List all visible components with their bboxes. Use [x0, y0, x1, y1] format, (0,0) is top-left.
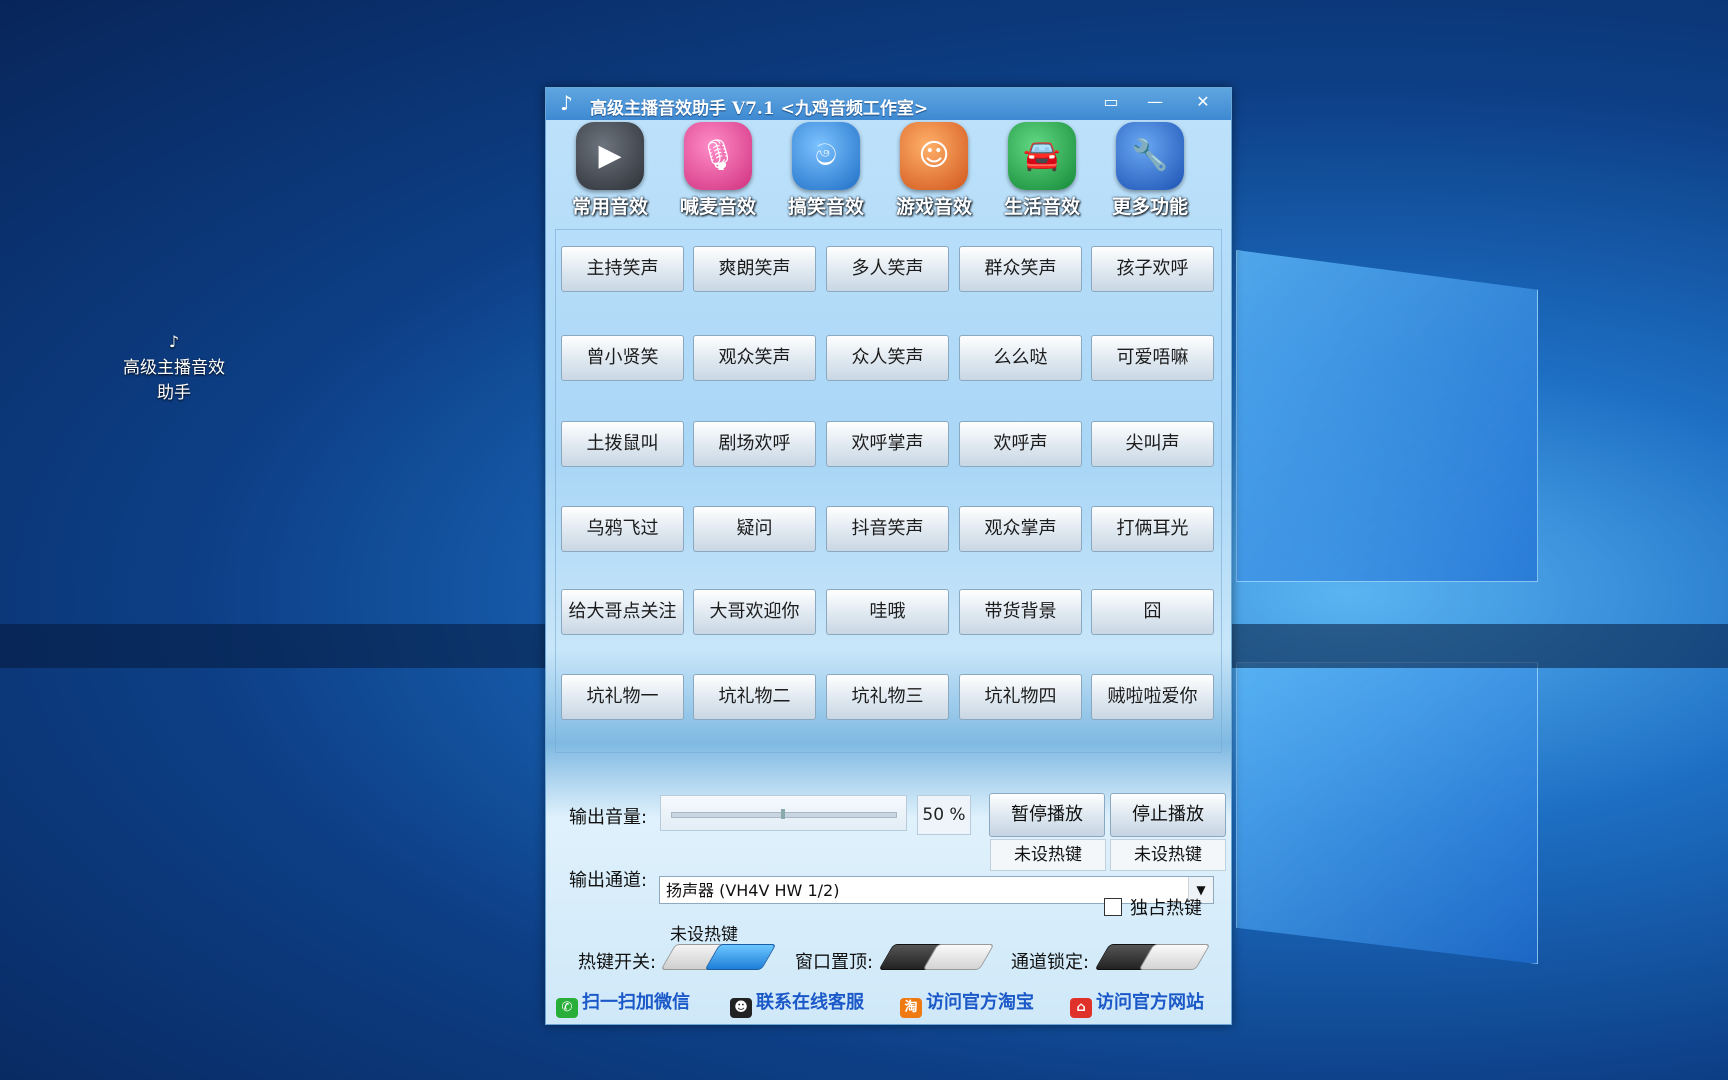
exclusive-hotkey-checkbox[interactable]: 独占热键 [1104, 894, 1202, 920]
stop-playback-button[interactable]: 停止播放 [1110, 793, 1226, 837]
desktop-shortcut[interactable]: ♪ 高级主播音效 助手 [112, 332, 236, 406]
nav-label: 生活音效 [1003, 196, 1080, 218]
channel-label: 输出通道: [569, 870, 648, 891]
sound-button[interactable]: 坑礼物四 [959, 674, 1082, 720]
volume-slider[interactable] [660, 795, 907, 831]
sound-button[interactable]: 给大哥点关注 [561, 589, 684, 635]
volume-slider-thumb[interactable] [781, 809, 785, 819]
taobao-icon: 淘 [900, 998, 922, 1018]
car-icon: 🚘 [1008, 122, 1076, 190]
sound-button[interactable]: 哇哦 [826, 589, 949, 635]
play-icon: ▶ [576, 122, 644, 190]
sound-button[interactable]: 欢呼掌声 [826, 421, 949, 467]
window-title: 高级主播音效助手 V7.1 <九鸡音频工作室> [590, 99, 929, 119]
pause-hotkey-field[interactable]: 未设热键 [990, 839, 1106, 871]
sound-button[interactable]: 欢呼声 [959, 421, 1082, 467]
volume-label: 输出音量: [569, 807, 648, 828]
wechat-icon: ✆ [556, 998, 578, 1018]
restore-button[interactable]: ▭ [1094, 90, 1128, 114]
link-online-service[interactable]: ☻ 联系在线客服 [730, 988, 864, 1018]
footer-links: ✆ 扫一扫加微信 ☻ 联系在线客服 淘访问官方淘宝 ⌂ 访问官方网站 [554, 988, 1224, 1018]
sound-button[interactable]: 爽朗笑声 [693, 246, 816, 292]
checkbox-box[interactable] [1104, 898, 1122, 916]
hotkey-switch[interactable] [660, 940, 777, 970]
link-label: 联系在线客服 [756, 992, 864, 1013]
home-icon: ⌂ [1070, 998, 1092, 1018]
link-website[interactable]: ⌂ 访问官方网站 [1070, 988, 1204, 1018]
sound-button[interactable]: 观众笑声 [693, 335, 816, 381]
sound-button[interactable]: 曾小贤笑 [561, 335, 684, 381]
sound-button[interactable]: 囧 [1091, 589, 1214, 635]
sound-button[interactable]: 观众掌声 [959, 506, 1082, 552]
nav-label: 常用音效 [571, 196, 648, 218]
link-wechat[interactable]: ✆ 扫一扫加微信 [556, 988, 690, 1018]
nav-life-sounds[interactable]: 🚘 生活音效 [990, 122, 1094, 219]
sound-button[interactable]: 尖叫声 [1091, 421, 1214, 467]
window-top-label: 窗口置顶: [795, 952, 874, 973]
channel-lock-label: 通道锁定: [1011, 952, 1090, 973]
nav-shout-sounds[interactable]: 🎙 喊麦音效 [666, 122, 770, 219]
category-nav: ▶ 常用音效 🎙 喊麦音效 ම 搞笑音效 ☺ 游戏音效 🚘 生活音效 🔧 更多功… [546, 122, 1231, 222]
microphone-icon: 🎙 [684, 122, 752, 190]
nav-label: 搞笑音效 [787, 196, 864, 218]
sound-button-panel: 主持笑声 爽朗笑声 多人笑声 群众笑声 孩子欢呼 曾小贤笑 观众笑声 众人笑声 … [555, 229, 1222, 753]
window-top-switch[interactable] [878, 940, 995, 970]
sound-button[interactable]: 群众笑声 [959, 246, 1082, 292]
music-note-icon: ♪ [168, 332, 180, 351]
desktop-light-pane [1236, 662, 1538, 964]
close-button[interactable]: ✕ [1186, 90, 1220, 114]
sound-button[interactable]: 孩子欢呼 [1091, 246, 1214, 292]
music-note-icon: ♪ [560, 91, 573, 115]
volume-percent: 50 % [917, 795, 971, 835]
nav-game-sounds[interactable]: ☺ 游戏音效 [882, 122, 986, 219]
wrench-icon: 🔧 [1116, 122, 1184, 190]
minimize-button[interactable]: — [1138, 90, 1172, 114]
sound-button[interactable]: 乌鸦飞过 [561, 506, 684, 552]
sound-button[interactable]: 疑问 [693, 506, 816, 552]
stop-hotkey-field[interactable]: 未设热键 [1110, 839, 1226, 871]
link-label: 访问官方淘宝 [926, 992, 1034, 1013]
sound-button[interactable]: 带货背景 [959, 589, 1082, 635]
sound-button[interactable]: 土拨鼠叫 [561, 421, 684, 467]
game-character-icon: ☺ [900, 122, 968, 190]
qq-icon: ☻ [730, 998, 752, 1018]
link-taobao[interactable]: 淘访问官方淘宝 [900, 988, 1034, 1018]
nav-label: 游戏音效 [895, 196, 972, 218]
nav-label: 喊麦音效 [679, 196, 756, 218]
channel-lock-switch[interactable] [1094, 940, 1211, 970]
sound-button[interactable]: 剧场欢呼 [693, 421, 816, 467]
sound-button[interactable]: 众人笑声 [826, 335, 949, 381]
exclusive-hotkey-label: 独占热键 [1130, 898, 1202, 919]
output-channel-value: 扬声器 (VH4V HW 1/2) [666, 881, 840, 900]
desktop-shortcut-label-line2: 助手 [157, 383, 191, 403]
sound-button[interactable]: 坑礼物二 [693, 674, 816, 720]
sound-button[interactable]: 主持笑声 [561, 246, 684, 292]
link-label: 访问官方网站 [1096, 992, 1204, 1013]
sound-button[interactable]: 多人笑声 [826, 246, 949, 292]
app-window: ♪ 高级主播音效助手 V7.1 <九鸡音频工作室> ▭ — ✕ ▶ 常用音效 🎙… [545, 87, 1232, 1025]
desktop-shortcut-label-line1: 高级主播音效 [123, 358, 225, 378]
title-bar[interactable]: ♪ 高级主播音效助手 V7.1 <九鸡音频工作室> ▭ — ✕ [546, 88, 1231, 120]
nav-label: 更多功能 [1111, 196, 1188, 218]
pause-playback-button[interactable]: 暂停播放 [989, 793, 1105, 837]
sound-button[interactable]: 可爱唔嘛 [1091, 335, 1214, 381]
sound-button[interactable]: 抖音笑声 [826, 506, 949, 552]
sound-button[interactable]: 大哥欢迎你 [693, 589, 816, 635]
nav-common-sounds[interactable]: ▶ 常用音效 [558, 122, 662, 219]
nav-more-features[interactable]: 🔧 更多功能 [1098, 122, 1202, 219]
desktop-light-pane [1236, 250, 1538, 582]
nav-funny-sounds[interactable]: ම 搞笑音效 [774, 122, 878, 219]
sound-button[interactable]: 么么哒 [959, 335, 1082, 381]
sound-button[interactable]: 打俩耳光 [1091, 506, 1214, 552]
sound-button[interactable]: 坑礼物一 [561, 674, 684, 720]
sound-button[interactable]: 坑礼物三 [826, 674, 949, 720]
link-label: 扫一扫加微信 [582, 992, 690, 1013]
playback-controls: 输出音量: 50 % 暂停播放 停止播放 未设热键 未设热键 输出通道: 扬声器… [555, 772, 1226, 912]
sound-button[interactable]: 贼啦啦爱你 [1091, 674, 1214, 720]
swirl-icon: ම [792, 122, 860, 190]
hotkey-switch-label: 热键开关: [578, 952, 657, 973]
